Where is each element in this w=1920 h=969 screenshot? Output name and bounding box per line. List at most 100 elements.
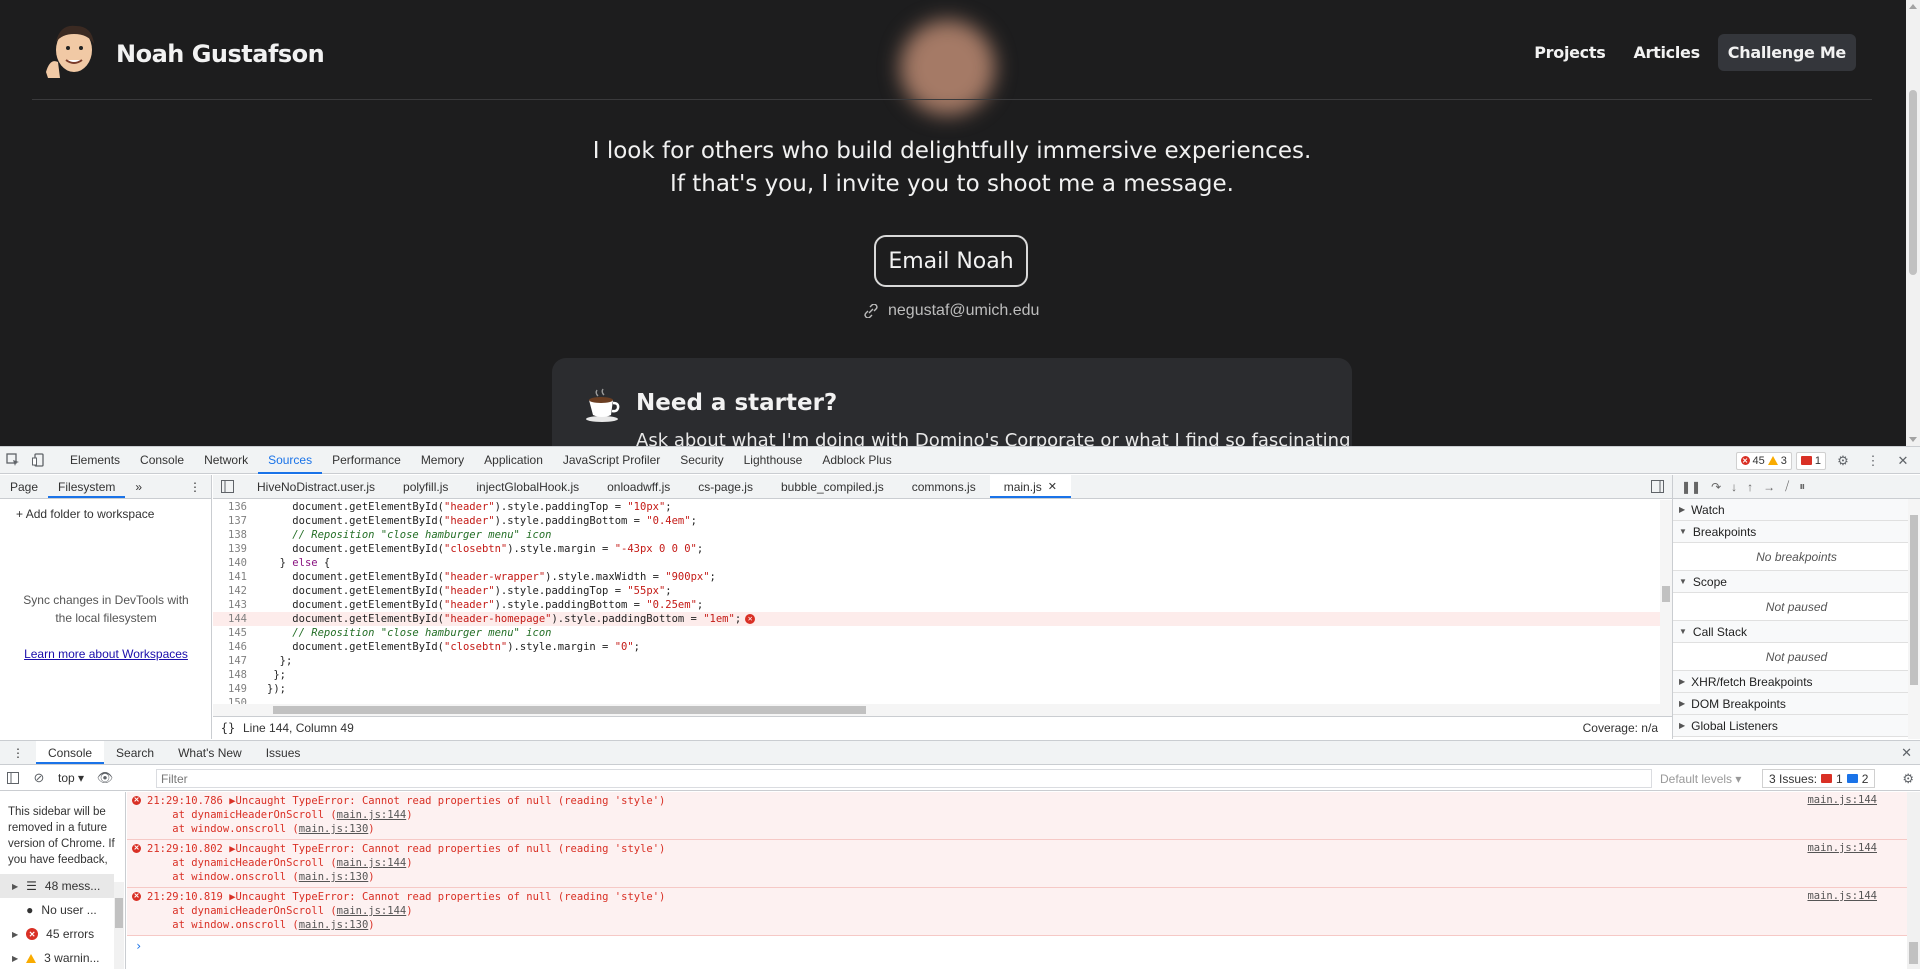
drawer-tab-whats-new[interactable]: What's New: [166, 741, 254, 764]
toggle-navigator-icon[interactable]: [221, 480, 234, 496]
section-call-stack[interactable]: ▼ Call Stack: [1673, 621, 1920, 643]
console-scrollbar-thumb[interactable]: [1909, 942, 1918, 964]
line-number[interactable]: 149: [213, 682, 251, 696]
toggle-debugger-icon[interactable]: [1651, 480, 1664, 496]
code-line[interactable]: 148 };: [213, 668, 1660, 682]
console-issues-button[interactable]: 3 Issues: 1 2: [1762, 769, 1876, 788]
stack-frame-2-link[interactable]: main.js:130: [299, 823, 369, 835]
navigator-tab-filesystem[interactable]: Filesystem: [48, 475, 126, 498]
tab-lighthouse[interactable]: Lighthouse: [734, 447, 813, 474]
drawer-tab-issues[interactable]: Issues: [254, 741, 313, 764]
line-number[interactable]: 143: [213, 598, 251, 612]
file-tab-injectglobalhook[interactable]: injectGlobalHook.js: [462, 475, 593, 498]
file-tab-bubble-compiled[interactable]: bubble_compiled.js: [767, 475, 898, 498]
line-number[interactable]: 141: [213, 570, 251, 584]
learn-more-link[interactable]: Learn more about Workspaces: [20, 645, 192, 663]
console-error-message[interactable]: ✕ 21:29:10.786 ▶Uncaught TypeError: Cann…: [127, 792, 1907, 840]
section-scope[interactable]: ▼ Scope: [1673, 571, 1920, 593]
drawer-menu-icon[interactable]: ⋮: [0, 741, 36, 764]
pretty-print-icon[interactable]: {}: [213, 721, 243, 735]
scroll-down-icon[interactable]: [1909, 437, 1917, 442]
nav-challenge-me[interactable]: Challenge Me: [1717, 34, 1856, 71]
close-drawer-icon[interactable]: ✕: [1901, 745, 1912, 761]
line-number[interactable]: 137: [213, 514, 251, 528]
error-warning-counter[interactable]: ✕ 45 3: [1735, 451, 1792, 470]
file-tab-polyfill[interactable]: polyfill.js: [389, 475, 462, 498]
code-line[interactable]: 145 // Reposition "close hamburger menu"…: [213, 626, 1660, 640]
file-tab-hivenodistract[interactable]: HiveNoDistract.user.js: [243, 475, 389, 498]
code-line[interactable]: 138 // Reposition "close hamburger menu"…: [213, 528, 1660, 542]
section-watch[interactable]: ▶ Watch: [1673, 499, 1920, 521]
line-number[interactable]: 146: [213, 640, 251, 654]
brand-name[interactable]: Noah Gustafson: [116, 40, 325, 68]
line-number[interactable]: 145: [213, 626, 251, 640]
sidebar-item-messages[interactable]: ▶ ☰ 48 mess...: [0, 874, 114, 898]
line-number[interactable]: 140: [213, 556, 251, 570]
sidebar-item-user-messages[interactable]: ▶●No user ...: [0, 898, 114, 922]
line-number[interactable]: 136: [213, 500, 251, 514]
avatar-cartoon-icon[interactable]: [44, 22, 100, 80]
issues-counter[interactable]: 1: [1795, 451, 1826, 470]
code-line[interactable]: 137 document.getElementById("header").st…: [213, 514, 1660, 528]
message-source-link[interactable]: main.js:144: [1807, 890, 1877, 902]
code-line[interactable]: 143 document.getElementById("header").st…: [213, 598, 1660, 612]
nav-projects[interactable]: Projects: [1524, 34, 1615, 71]
code-lines[interactable]: 136 document.getElementById("header").st…: [213, 500, 1660, 704]
tab-console[interactable]: Console: [130, 447, 194, 474]
more-options-icon[interactable]: ⋮: [1860, 448, 1886, 474]
stack-frame-2-link[interactable]: main.js:130: [299, 871, 369, 883]
navigator-menu-icon[interactable]: ⋮: [179, 475, 211, 498]
stack-frame-1-link[interactable]: main.js:144: [337, 809, 407, 821]
console-sidebar-scrollbar[interactable]: [114, 882, 124, 969]
clear-console-icon[interactable]: ⊘: [26, 765, 52, 791]
debugger-scrollbar[interactable]: [1908, 499, 1920, 739]
code-line[interactable]: 144 document.getElementById("header-home…: [213, 612, 1660, 626]
stack-frame-1-link[interactable]: main.js:144: [337, 905, 407, 917]
stack-frame-2-link[interactable]: main.js:130: [299, 919, 369, 931]
section-breakpoints[interactable]: ▼ Breakpoints: [1673, 521, 1920, 543]
tab-network[interactable]: Network: [194, 447, 258, 474]
drawer-tab-search[interactable]: Search: [104, 741, 166, 764]
settings-gear-icon[interactable]: ⚙: [1830, 448, 1856, 474]
tab-elements[interactable]: Elements: [60, 447, 130, 474]
console-scrollbar[interactable]: [1907, 792, 1920, 969]
tab-performance[interactable]: Performance: [322, 447, 411, 474]
line-number[interactable]: 142: [213, 584, 251, 598]
close-tab-icon[interactable]: ✕: [1048, 480, 1057, 493]
drawer-tab-console[interactable]: Console: [36, 741, 105, 764]
debugger-scrollbar-thumb[interactable]: [1910, 515, 1918, 685]
sidebar-item-warnings[interactable]: ▶ 3 warnin...: [0, 946, 114, 969]
navigator-tab-page[interactable]: Page: [0, 475, 48, 498]
tab-application[interactable]: Application: [474, 447, 553, 474]
console-error-message[interactable]: ✕ 21:29:10.819 ▶Uncaught TypeError: Cann…: [127, 888, 1907, 936]
message-source-link[interactable]: main.js:144: [1807, 794, 1877, 806]
file-tab-commons[interactable]: commons.js: [898, 475, 990, 498]
console-sidebar-icon[interactable]: [0, 765, 26, 791]
code-line[interactable]: 139 document.getElementById("closebtn").…: [213, 542, 1660, 556]
file-tab-cs-page[interactable]: cs-page.js: [684, 475, 767, 498]
line-number[interactable]: 138: [213, 528, 251, 542]
code-line[interactable]: 149});: [213, 682, 1660, 696]
console-sidebar-scroll-thumb[interactable]: [115, 898, 123, 928]
tab-adblock-plus[interactable]: Adblock Plus: [812, 447, 901, 474]
inline-error-icon[interactable]: ✕: [745, 614, 756, 624]
console-prompt-input[interactable]: ›: [127, 936, 1907, 956]
code-line[interactable]: 142 document.getElementById("header").st…: [213, 584, 1660, 598]
editor-vscroll-thumb[interactable]: [1662, 586, 1670, 602]
default-levels-dropdown[interactable]: Default levels ▾: [1660, 772, 1741, 786]
editor-horizontal-scrollbar[interactable]: [213, 704, 1672, 716]
code-line[interactable]: 146 document.getElementById("closebtn").…: [213, 640, 1660, 654]
section-dom-breakpoints[interactable]: ▶ DOM Breakpoints: [1673, 693, 1920, 715]
email-address[interactable]: negustaf@umich.edu: [888, 302, 1039, 320]
stack-frame-1-link[interactable]: main.js:144: [337, 857, 407, 869]
step-out-icon[interactable]: ↑: [1747, 480, 1753, 494]
line-number[interactable]: 144: [213, 612, 251, 626]
line-number[interactable]: 147: [213, 654, 251, 668]
email-button[interactable]: Email Noah: [874, 235, 1028, 287]
sidebar-item-errors[interactable]: ▶ ✕ 45 errors: [0, 922, 114, 946]
section-global-listeners[interactable]: ▶ Global Listeners: [1673, 715, 1920, 737]
editor-hscroll-thumb[interactable]: [273, 706, 866, 714]
code-line[interactable]: 140 } else {: [213, 556, 1660, 570]
deactivate-breakpoints-icon[interactable]: ⧸: [1785, 479, 1789, 494]
code-line[interactable]: 147 };: [213, 654, 1660, 668]
